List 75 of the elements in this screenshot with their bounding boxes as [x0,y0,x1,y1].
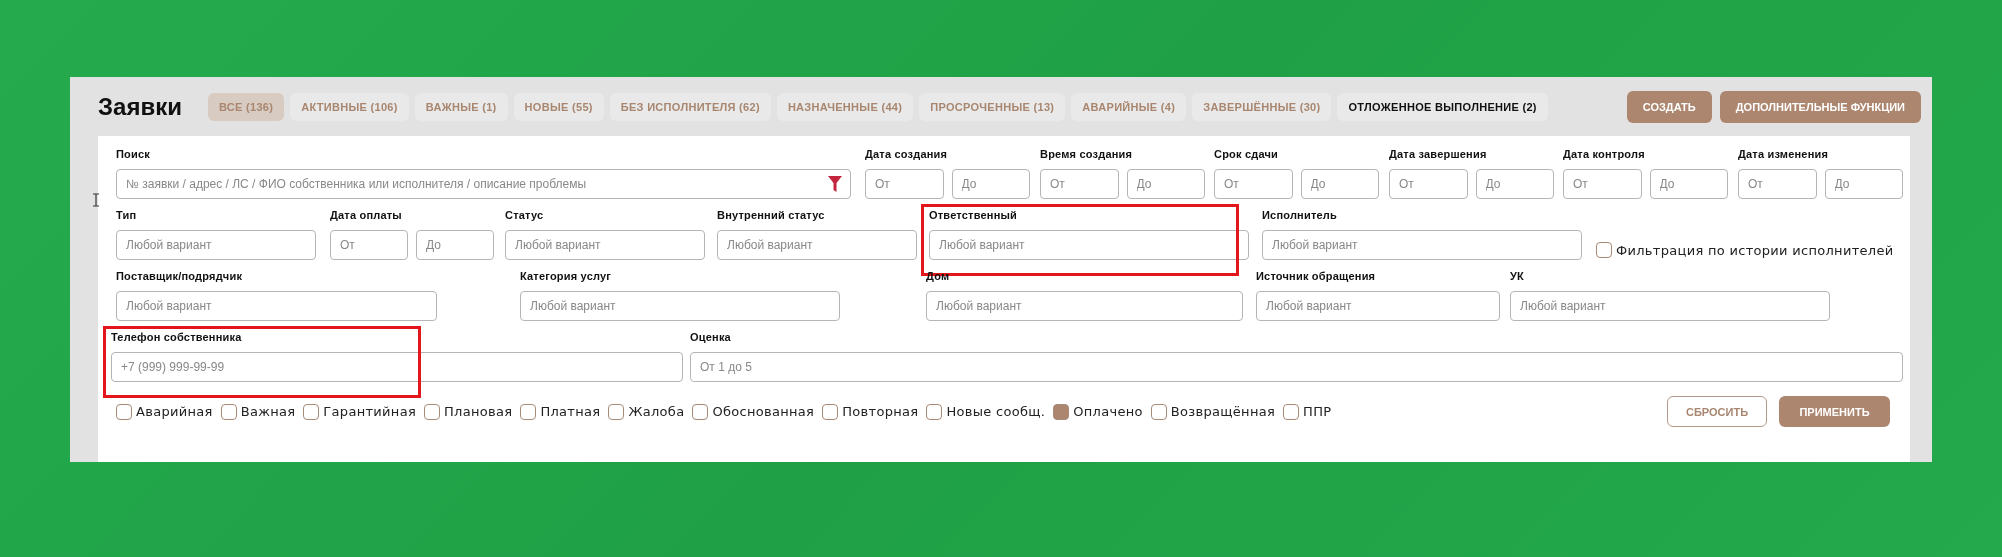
field-label: Источник обращения [1256,270,1377,284]
checkbox-label: Фильтрация по истории исполнителей [1616,242,1894,258]
filter-tab[interactable]: ВАЖНЫЕ (1) [414,92,508,121]
checkbox-label: Жалоба [628,404,685,419]
field-label: Дата оплаты [330,209,403,223]
field-label: Категория услуг [520,270,613,284]
filter-tab[interactable]: БЕЗ ИСПОЛНИТЕЛЯ (62) [609,92,771,121]
date-to-field[interactable]: До [1475,169,1554,199]
date-from-field[interactable]: От [1040,169,1119,199]
field-label: Исполнитель [1262,209,1338,223]
date-to-field[interactable]: До [416,230,494,260]
select-field[interactable]: Любой вариант [116,291,437,321]
checkbox-label: Плановая [444,404,513,419]
filter-tab[interactable]: ПРОСРОЧЕННЫЕ (13) [919,92,1066,121]
filter-tab[interactable]: АКТИВНЫЕ (106) [290,92,409,121]
checkbox-label: Аварийная [136,404,213,419]
filter-tab[interactable]: НАЗНАЧЕННЫЕ (44) [776,92,914,121]
field-label: Оценка [690,331,732,345]
checkbox-label: Новые сообщ. [946,404,1046,419]
date-from-field[interactable]: От [1389,169,1468,199]
field-label: УК [1510,270,1525,284]
field-label: Дата контроля [1563,148,1646,162]
select-field[interactable]: Любой вариант [926,291,1243,321]
select-field[interactable]: Любой вариант [116,230,316,260]
checkbox-label: ППР [1303,404,1332,419]
checkbox-label: Важная [240,404,296,419]
checkbox-label: Возвращённая [1170,404,1276,419]
apply-button[interactable]: ПРИМЕНИТЬ [1779,396,1890,427]
date-from-field[interactable]: От [1214,169,1293,199]
field-label: Дата изменения [1738,148,1830,162]
action-button[interactable]: ДОПОЛНИТЕЛЬНЫЕ ФУНКЦИИ [1719,90,1921,123]
page-title: Заявки [98,92,183,121]
select-field[interactable]: Любой вариант [717,230,917,260]
filter-tab[interactable]: НОВЫЕ (55) [513,92,604,121]
reset-button[interactable]: СБРОСИТЬ [1667,396,1767,427]
select-field[interactable]: Любой вариант [929,230,1249,260]
checkbox-label: Повторная [842,404,919,419]
select-field[interactable]: Любой вариант [1256,291,1500,321]
date-to-field[interactable]: До [1300,169,1379,199]
input-field[interactable]: +7 (999) 999-99-99 [111,352,683,382]
date-from-field[interactable]: От [865,169,944,199]
date-from-field[interactable]: От [1738,169,1817,199]
field-label: Дата создания [865,148,949,162]
field-label: Время создания [1040,148,1134,162]
input-field[interactable]: От 1 до 5 [690,352,1903,382]
date-from-field[interactable]: От [330,230,408,260]
checkbox-label: Обоснованная [712,404,815,419]
field-label: Дом [926,270,951,284]
field-label: Поиск [116,148,151,162]
date-to-field[interactable]: До [1126,169,1205,199]
field-label: Срок сдачи [1214,148,1280,162]
select-field[interactable]: Любой вариант [1262,230,1582,260]
field-label: Тип [116,209,138,223]
checkbox-label: Оплачено [1073,404,1143,419]
filter-tab[interactable]: ОТЛОЖЕННОЕ ВЫПОЛНЕНИЕ (2) [1337,92,1548,121]
date-to-field[interactable]: До [1824,169,1903,199]
field-label: Телефон собственника [111,331,243,345]
field-label: Дата завершения [1389,148,1488,162]
checkbox-label: Платная [540,404,601,419]
date-to-field[interactable]: До [1649,169,1728,199]
checkbox-label: Гарантийная [323,404,417,419]
select-field[interactable]: Любой вариант [520,291,840,321]
select-field[interactable]: Любой вариант [1510,291,1830,321]
filter-tab[interactable]: ВСЕ (136) [208,92,285,121]
filter-tab[interactable]: АВАРИЙНЫЕ (4) [1071,92,1187,121]
action-button[interactable]: СОЗДАТЬ [1626,90,1712,123]
field-label: Поставщик/подрядчик [116,270,244,284]
field-label: Статус [505,209,545,223]
date-from-field[interactable]: От [1563,169,1642,199]
field-label: Внутренний статус [717,209,826,223]
search-field[interactable]: № заявки / адрес / ЛС / ФИО собственника или исполнителя / описание проблемы [116,169,851,199]
select-field[interactable]: Любой вариант [505,230,705,260]
date-to-field[interactable]: До [951,169,1030,199]
field-label: Ответственный [929,209,1019,223]
filter-tab[interactable]: ЗАВЕРШЁННЫЕ (30) [1192,92,1332,121]
